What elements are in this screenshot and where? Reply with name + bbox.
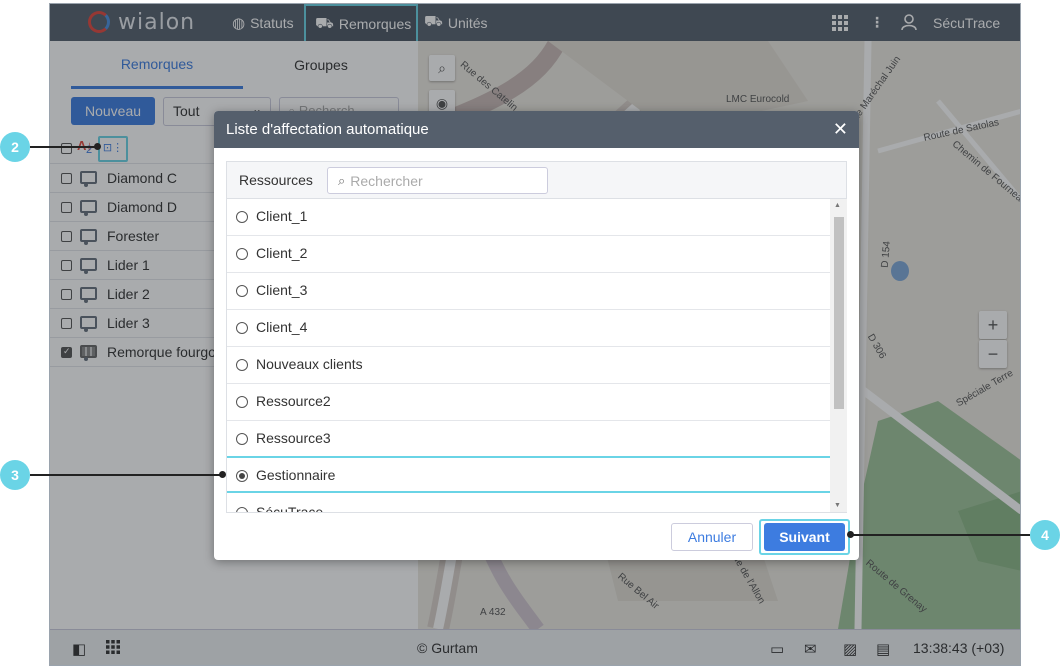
resource-option-selected[interactable]: Gestionnaire (227, 456, 830, 493)
radio-button[interactable] (236, 507, 248, 512)
resource-label: Client_4 (256, 319, 308, 335)
callout-badge: 2 (0, 132, 30, 162)
resource-option[interactable]: Client_1 (227, 199, 830, 236)
resource-label: Ressource2 (256, 393, 331, 409)
callout-line (850, 534, 1030, 536)
resources-panel-header: Ressources ⌕ Rechercher (227, 162, 846, 199)
radio-button[interactable] (236, 322, 248, 334)
callout-line (30, 146, 97, 148)
callout-dot (94, 143, 101, 150)
resource-option[interactable]: Ressource2 (227, 384, 830, 421)
radio-button[interactable] (236, 211, 248, 223)
resources-panel: Ressources ⌕ Rechercher Client_1 Client_… (226, 161, 847, 513)
resource-option[interactable]: Nouveaux clients (227, 347, 830, 384)
resource-label: Client_2 (256, 245, 308, 261)
resource-label: Client_1 (256, 208, 308, 224)
resource-option[interactable]: Client_3 (227, 273, 830, 310)
callout-line (30, 474, 224, 476)
radio-button[interactable] (236, 285, 248, 297)
resource-option[interactable]: SécuTrace (227, 495, 830, 512)
scroll-thumb[interactable] (834, 217, 844, 409)
next-button-highlight: Suivant (759, 519, 850, 555)
dialog-title: Liste d'affectation automatique (226, 121, 429, 138)
search-icon: ⌕ (338, 172, 346, 188)
close-icon[interactable]: ✕ (833, 119, 848, 140)
auto-assign-dialog: Liste d'affectation automatique ✕ Ressou… (214, 111, 859, 560)
resource-label: Client_3 (256, 282, 308, 298)
radio-button[interactable] (236, 396, 248, 408)
resources-label: Ressources (239, 172, 313, 188)
resource-option[interactable]: Ressource3 (227, 421, 830, 458)
resources-list[interactable]: Client_1 Client_2 Client_3 Client_4 Nouv… (227, 199, 830, 512)
resource-option[interactable]: Client_4 (227, 310, 830, 347)
resource-label: Ressource3 (256, 430, 331, 446)
callout-dot (219, 471, 226, 478)
resource-label: Nouveaux clients (256, 356, 363, 372)
callout-badge: 4 (1030, 520, 1060, 550)
radio-button-selected[interactable] (236, 470, 248, 482)
radio-button[interactable] (236, 248, 248, 260)
search-placeholder: Rechercher (350, 172, 423, 189)
cancel-button[interactable]: Annuler (671, 523, 753, 551)
list-scrollbar[interactable]: ▲ ▼ (830, 199, 847, 512)
callout-badge: 3 (0, 460, 30, 490)
resource-option[interactable]: Client_2 (227, 236, 830, 273)
next-button[interactable]: Suivant (764, 523, 845, 551)
scroll-up-icon[interactable]: ▲ (834, 202, 841, 209)
resource-label: Gestionnaire (256, 467, 336, 483)
resource-label: SécuTrace (256, 504, 324, 512)
callout-dot (847, 531, 854, 538)
app-window: wialon ◍ Statuts ⛟ Remorques ⛟ Unités ⋮ … (49, 3, 1021, 666)
resources-search-input[interactable]: ⌕ Rechercher (327, 167, 548, 194)
radio-button[interactable] (236, 433, 248, 445)
radio-button[interactable] (236, 359, 248, 371)
dialog-header: Liste d'affectation automatique (214, 111, 859, 148)
scroll-down-icon[interactable]: ▼ (834, 502, 841, 509)
